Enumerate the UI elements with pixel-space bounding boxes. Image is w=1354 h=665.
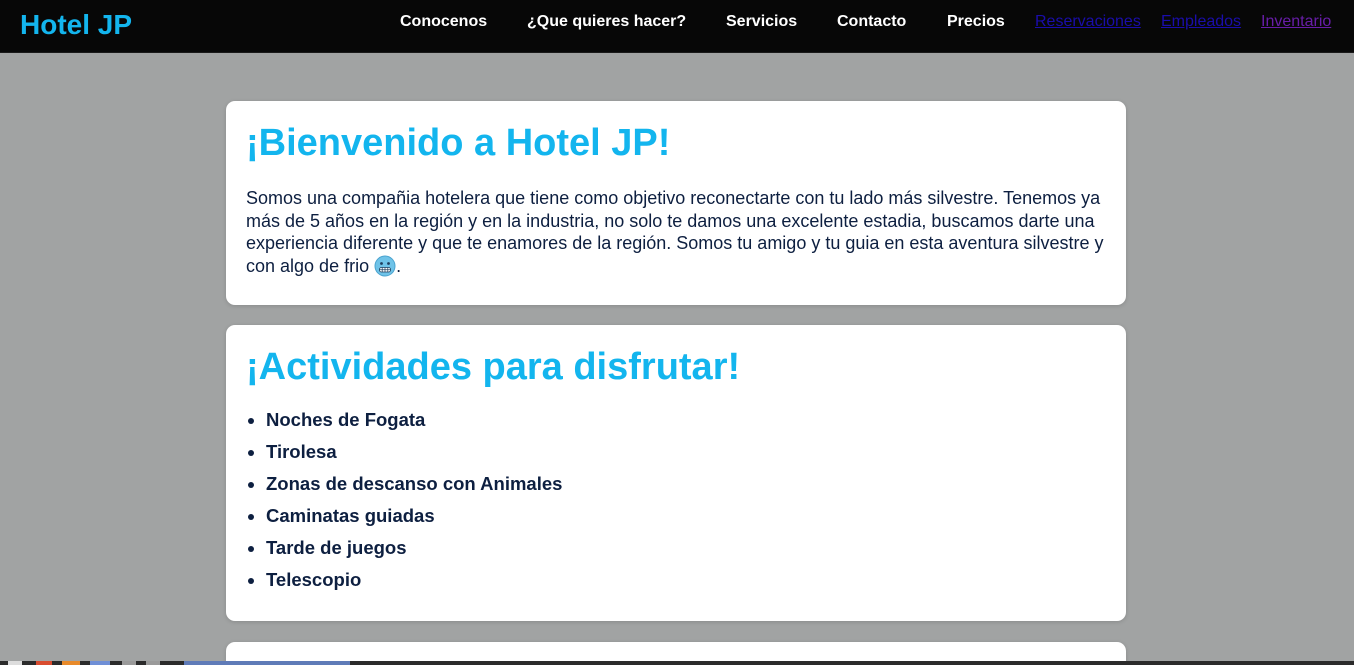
cold-face-icon (374, 255, 396, 276)
activity-item: Caminatas guiadas (266, 500, 1106, 532)
taskbar-strip (0, 661, 1354, 665)
welcome-end-punct: . (396, 255, 402, 276)
taskbar-app-icon[interactable] (146, 661, 160, 665)
activities-title: ¡Actividades para disfrutar! (246, 346, 741, 388)
nav-link-inventario[interactable]: Inventario (1261, 13, 1331, 31)
activity-item: Zonas de descanso con Animales (266, 468, 1106, 500)
nav-link-reservaciones[interactable]: Reservaciones (1035, 13, 1141, 31)
taskbar-app-icon[interactable] (122, 661, 136, 665)
welcome-card: ¡Bienvenido a Hotel JP! Somos una compañ… (226, 101, 1126, 305)
activity-item: Noches de Fogata (266, 404, 1106, 436)
nav-link-servicios[interactable]: Servicios (726, 13, 797, 31)
taskbar-app-icon[interactable] (62, 661, 80, 665)
activities-list: Noches de Fogata Tirolesa Zonas de desca… (246, 404, 1106, 596)
nav-link-conocenos[interactable]: Conocenos (400, 13, 487, 31)
activity-item: Telescopio (266, 564, 1106, 596)
activity-item: Tarde de juegos (266, 532, 1106, 564)
welcome-title: ¡Bienvenido a Hotel JP! (246, 122, 671, 164)
taskbar-active-window[interactable] (184, 661, 350, 665)
taskbar-app-icon[interactable] (90, 661, 110, 665)
taskbar-app-icon[interactable] (36, 661, 52, 665)
activity-item: Tirolesa (266, 436, 1106, 468)
top-navbar: Hotel JP Conocenos ¿Que quieres hacer? S… (0, 0, 1354, 53)
nav-link-precios[interactable]: Precios (947, 13, 1005, 31)
nav-link-que-quieres-hacer[interactable]: ¿Que quieres hacer? (527, 13, 686, 31)
taskbar-app-icon[interactable] (8, 661, 22, 665)
nav-link-contacto[interactable]: Contacto (837, 13, 906, 31)
nav-link-empleados[interactable]: Empleados (1161, 13, 1241, 31)
activities-card: ¡Actividades para disfrutar! Noches de F… (226, 325, 1126, 621)
brand-logo[interactable]: Hotel JP (20, 9, 132, 41)
welcome-description: Somos una compañia hotelera que tiene co… (246, 187, 1106, 277)
